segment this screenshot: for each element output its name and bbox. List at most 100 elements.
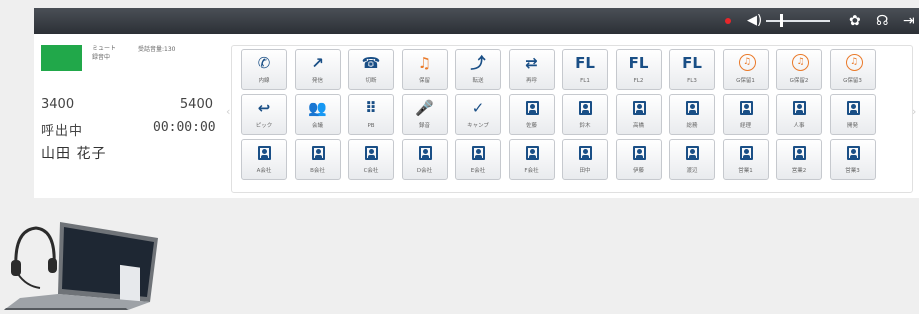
function-key-label: B会社 [310,168,325,174]
scroll-right-icon[interactable]: › [912,105,916,118]
function-key-label: 佐藤 [525,123,537,129]
function-key-17[interactable]: ✓ キャンプ [455,94,501,135]
hold-circle-icon: ♫ [738,54,756,71]
function-key-26[interactable]: B会社 [294,139,341,180]
function-key-label: G保留2 [789,78,809,84]
state-small-label: 録音中 [92,54,111,61]
function-key-4[interactable]: ♫ 保留 [401,49,448,90]
function-key-20[interactable]: 高橋 [615,94,662,135]
function-key-label: 経理 [739,123,751,129]
function-key-label: 営業1 [738,168,753,174]
function-key-29[interactable]: E会社 [455,139,501,180]
function-key-label: FL1 [580,78,590,84]
function-key-label: 切断 [365,78,377,84]
fl-icon: FL [575,54,595,72]
function-key-label: 高橋 [632,123,644,129]
hold-circle-icon: ♫ [792,54,809,71]
function-key-27[interactable]: C会社 [348,139,394,180]
scroll-left-icon[interactable]: ‹ [226,105,230,118]
status-indicator [41,45,82,71]
function-key-12[interactable]: ♫ G保留3 [829,49,876,90]
call-state: 呼出中 [41,124,84,139]
own-extension: 3400 [41,97,75,112]
function-key-label: 伊藤 [632,168,644,174]
function-key-36[interactable]: 営業3 [829,139,876,180]
function-key-35[interactable]: 営業2 [776,139,822,180]
function-key-23[interactable]: 人事 [776,94,822,135]
camp-on-icon: ✓ [471,99,485,117]
function-key-15[interactable]: ⠿ PB [348,94,394,135]
hold-circle-icon: ♫ [845,54,863,71]
function-key-label: ピック [255,123,273,129]
function-key-11[interactable]: ♫ G保留2 [776,49,822,90]
function-key-32[interactable]: 伊藤 [615,139,662,180]
call-timer: 00:00:00 [153,120,216,135]
function-key-10[interactable]: ♫ G保留1 [722,49,769,90]
contact-icon [418,146,432,160]
contact-icon [686,101,699,115]
function-key-1[interactable]: ✆ 内線 [241,49,287,90]
function-key-24[interactable]: 開発 [829,94,876,135]
contact-icon [472,146,485,160]
function-key-label: 鈴木 [579,123,591,129]
function-key-2[interactable]: ↗ 発信 [294,49,341,90]
record-indicator-icon [725,18,731,24]
top-toolbar: ◀) ✿ ☊ ⇥ [34,8,919,34]
function-key-label: E会社 [470,168,486,174]
function-key-label: 田中 [579,168,591,174]
function-key-label: 営業3 [845,168,860,174]
function-key-6[interactable]: ⇄ 再呼 [508,49,555,90]
function-key-label: G保留3 [843,78,862,84]
pickup-icon: ↩ [257,99,271,117]
function-key-7[interactable]: FL FL1 [562,49,608,90]
contact-icon [632,101,646,115]
function-key-5[interactable]: ⤴ 転送 [455,49,501,90]
function-key-label: C会社 [363,168,379,174]
contact-icon [793,101,806,115]
laptop-headset-illustration [0,208,180,310]
function-key-18[interactable]: 佐藤 [508,94,555,135]
contact-icon [579,101,592,115]
hangup-icon: ☎ [361,54,381,72]
function-key-label: 開発 [846,123,858,129]
function-key-16[interactable]: 🎤 録音 [401,94,448,135]
contact-icon [739,146,753,160]
mute-label: ミュート [92,45,117,52]
logout-icon[interactable]: ⇥ [903,12,915,30]
phone-icon: ✆ [257,54,271,72]
function-key-33[interactable]: 渡辺 [669,139,715,180]
function-key-22[interactable]: 経理 [722,94,769,135]
status-small-text: ミュート 録音中 [92,44,116,62]
conference-icon: 👥 [308,99,327,117]
function-key-label: 渡辺 [686,168,698,174]
gear-icon[interactable]: ✿ [849,12,861,30]
function-key-label: 保留 [418,78,430,84]
function-key-28[interactable]: D会社 [401,139,448,180]
function-key-3[interactable]: ☎ 切断 [348,49,394,90]
volume-slider-handle[interactable] [780,14,783,27]
function-key-label: FL2 [633,78,644,84]
function-key-19[interactable]: 鈴木 [562,94,608,135]
contact-icon [793,146,806,160]
contact-icon [365,146,378,160]
function-key-13[interactable]: ↩ ピック [241,94,287,135]
function-key-8[interactable]: FL FL2 [615,49,662,90]
softphone-panel: ◀) ✿ ☊ ⇥ ミュート 録音中 受話音量:130 3400 5400 呼出中… [34,8,919,198]
function-key-25[interactable]: A会社 [241,139,287,180]
function-key-31[interactable]: 田中 [562,139,608,180]
function-key-label: 営業2 [791,168,807,174]
function-key-label: FL3 [687,78,697,84]
speaker-icon[interactable]: ◀) [747,12,762,30]
volume-slider[interactable] [766,20,830,22]
contact-icon [846,146,860,160]
function-key-34[interactable]: 営業1 [722,139,769,180]
function-key-label: F会社 [524,168,539,174]
headset-icon[interactable]: ☊ [876,12,888,30]
function-key-9[interactable]: FL FL3 [669,49,715,90]
function-key-30[interactable]: F会社 [508,139,555,180]
function-key-14[interactable]: 👥 会議 [294,94,341,135]
contact-icon [525,146,539,160]
fl-icon: FL [628,54,649,72]
function-key-21[interactable]: 総務 [669,94,715,135]
microphone-icon: 🎤 [415,99,434,117]
